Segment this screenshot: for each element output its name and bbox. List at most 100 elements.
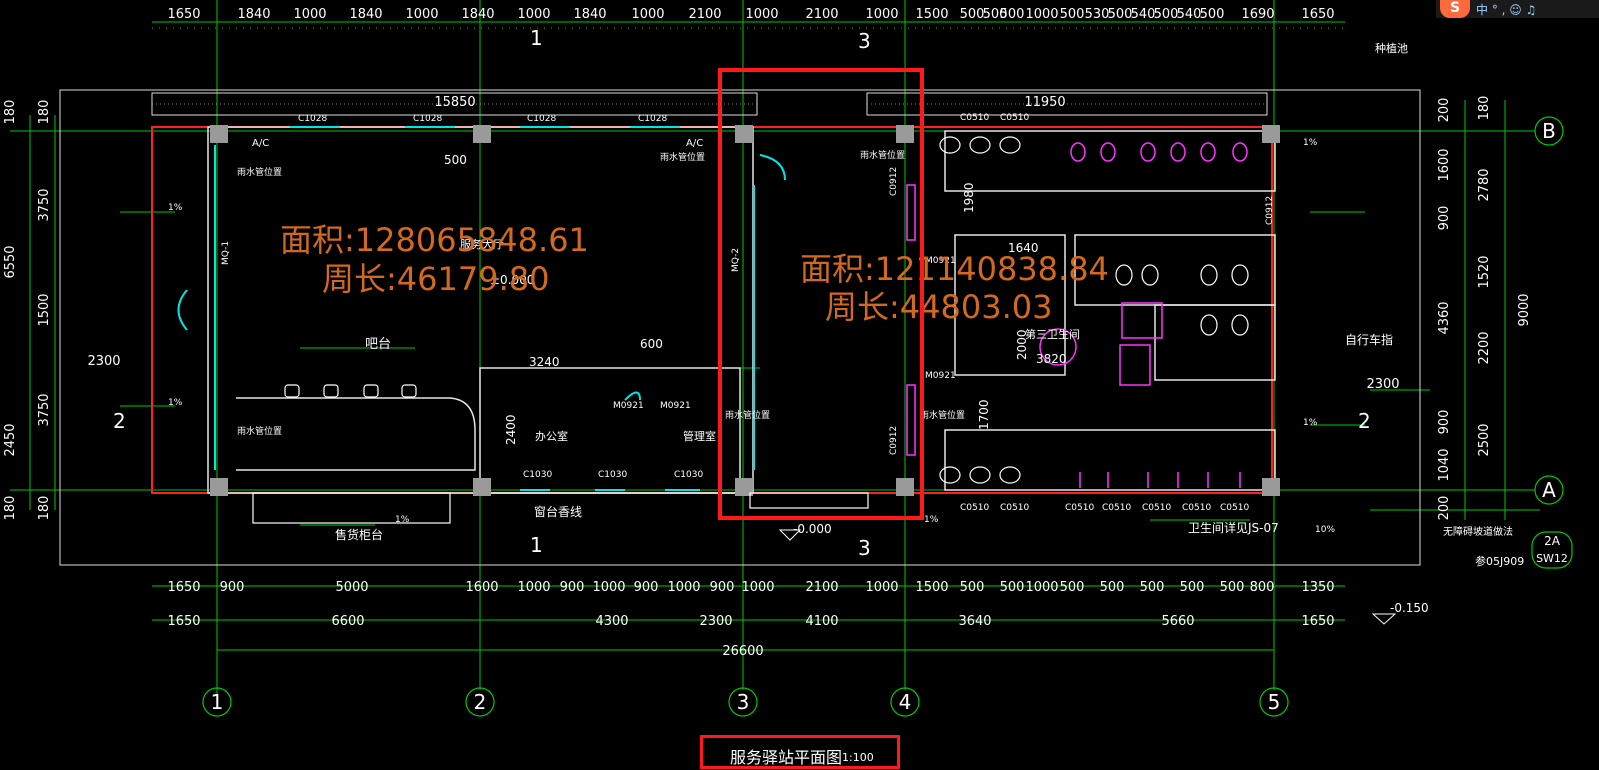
svg-text:1000: 1000 <box>517 7 550 22</box>
svg-text:900: 900 <box>710 580 735 595</box>
svg-text:1500: 1500 <box>915 7 948 22</box>
svg-text:6550: 6550 <box>3 245 18 278</box>
svg-text:C1028: C1028 <box>638 114 667 124</box>
svg-text:2500: 2500 <box>1477 423 1492 456</box>
svg-text:C1030: C1030 <box>523 470 552 480</box>
svg-text:窗台香线: 窗台香线 <box>534 504 582 519</box>
svg-text:无障碍坡道做法: 无障碍坡道做法 <box>1443 525 1513 538</box>
svg-text:500: 500 <box>1180 580 1205 595</box>
svg-text:1650: 1650 <box>1301 614 1334 629</box>
svg-text:雨水管位置: 雨水管位置 <box>920 409 965 421</box>
axis-bubble-4: 4 <box>899 690 912 714</box>
svg-text:M0921: M0921 <box>660 401 691 411</box>
plan-title: 服务驿站平面图 <box>730 748 843 767</box>
section-mark-2-left: 2 <box>113 409 126 433</box>
svg-text:15850: 15850 <box>434 95 475 110</box>
svg-text:C1030: C1030 <box>674 470 703 480</box>
svg-text:雨水管位置: 雨水管位置 <box>660 151 705 163</box>
svg-text:5660: 5660 <box>1161 614 1194 629</box>
svg-text:1600: 1600 <box>1437 148 1452 181</box>
svg-text:M0921: M0921 <box>925 371 956 381</box>
svg-text:C0510: C0510 <box>1000 113 1029 123</box>
plan-scale: 1:100 <box>842 751 874 764</box>
svg-text:1650: 1650 <box>167 580 200 595</box>
svg-text:A/C: A/C <box>252 138 269 149</box>
svg-text:1000: 1000 <box>865 580 898 595</box>
svg-text:1000: 1000 <box>631 7 664 22</box>
svg-text:500: 500 <box>444 153 467 167</box>
svg-text:1520: 1520 <box>1477 255 1492 288</box>
axis-bubble-2: 2 <box>474 690 487 714</box>
svg-text:10%: 10% <box>1315 525 1335 535</box>
svg-text:6600: 6600 <box>331 614 364 629</box>
svg-text:卫生间详见JS-07: 卫生间详见JS-07 <box>1188 520 1279 535</box>
ime-tray-text[interactable]: 中 ° , ☺ ♫ <box>1476 1 1536 18</box>
svg-text:第三卫生间: 第三卫生间 <box>1025 327 1080 341</box>
svg-text:500: 500 <box>960 580 985 595</box>
svg-text:管理室: 管理室 <box>683 429 716 443</box>
svg-text:200: 200 <box>1437 98 1452 123</box>
svg-text:2100: 2100 <box>805 7 838 22</box>
svg-text:1350: 1350 <box>1301 580 1334 595</box>
svg-text:2300: 2300 <box>1366 377 1399 392</box>
svg-text:180: 180 <box>37 496 52 521</box>
svg-text:1000: 1000 <box>741 580 774 595</box>
svg-text:900: 900 <box>634 580 659 595</box>
axis-bubble-A: A <box>1542 478 1556 502</box>
svg-text:1000: 1000 <box>592 580 625 595</box>
svg-text:2A: 2A <box>1544 534 1561 548</box>
svg-text:900: 900 <box>220 580 245 595</box>
svg-text:1650: 1650 <box>1301 7 1334 22</box>
svg-text:3820: 3820 <box>1036 352 1067 366</box>
svg-text:C0912: C0912 <box>1265 196 1275 225</box>
svg-text:900: 900 <box>1437 410 1452 435</box>
svg-text:MQ-1: MQ-1 <box>221 241 231 265</box>
svg-text:2450: 2450 <box>3 423 18 456</box>
svg-text:C1030: C1030 <box>598 470 627 480</box>
svg-text:500: 500 <box>1060 7 1085 22</box>
svg-text:500: 500 <box>1060 580 1085 595</box>
svg-text:参05J909: 参05J909 <box>1475 554 1524 568</box>
svg-text:C0510: C0510 <box>960 503 989 513</box>
svg-text:C1028: C1028 <box>527 114 556 124</box>
left-dimension-column: 180 180 3750 1500 3750 180 6550 2450 180… <box>3 100 121 521</box>
svg-text:600: 600 <box>640 337 663 351</box>
svg-text:180: 180 <box>1477 96 1492 121</box>
svg-text:540: 540 <box>1177 7 1202 22</box>
svg-text:1690: 1690 <box>1241 7 1274 22</box>
svg-text:C0510: C0510 <box>960 113 989 123</box>
svg-text:C0510: C0510 <box>1220 503 1249 513</box>
svg-text:1%: 1% <box>1303 418 1318 428</box>
svg-text:5000: 5000 <box>335 580 368 595</box>
svg-text:1%: 1% <box>168 398 183 408</box>
svg-text:1%: 1% <box>924 515 939 525</box>
svg-text:3240: 3240 <box>529 355 560 369</box>
svg-text:1%: 1% <box>1303 138 1318 148</box>
sogou-logo-icon[interactable]: S <box>1440 0 1470 18</box>
svg-text:500: 500 <box>1000 7 1025 22</box>
svg-text:180: 180 <box>37 100 52 125</box>
svg-text:C0510: C0510 <box>1065 503 1094 513</box>
svg-text:C0510: C0510 <box>1102 503 1131 513</box>
svg-text:2000: 2000 <box>1015 329 1029 360</box>
svg-text:C1028: C1028 <box>298 114 327 124</box>
section-mark-3-bottom: 3 <box>858 536 871 560</box>
svg-text:C1028: C1028 <box>413 114 442 124</box>
svg-text:1000: 1000 <box>405 7 438 22</box>
svg-text:M0921: M0921 <box>613 401 644 411</box>
svg-text:500: 500 <box>1140 580 1165 595</box>
svg-text:4100: 4100 <box>805 614 838 629</box>
svg-text:吧台: 吧台 <box>365 337 391 352</box>
svg-text:1000: 1000 <box>293 7 326 22</box>
svg-text:SW12: SW12 <box>1536 552 1568 565</box>
svg-text:3750: 3750 <box>37 393 52 426</box>
ime-toolbar[interactable]: S 中 ° , ☺ ♫ <box>1436 0 1599 18</box>
svg-text:2200: 2200 <box>1477 331 1492 364</box>
axis-bubble-B: B <box>1542 119 1556 143</box>
section-mark-1-top: 1 <box>530 26 543 50</box>
svg-text:3640: 3640 <box>958 614 991 629</box>
svg-text:1650: 1650 <box>167 614 200 629</box>
svg-text:自行车指: 自行车指 <box>1345 332 1393 347</box>
svg-text:2300: 2300 <box>87 354 120 369</box>
svg-text:雨水管位置: 雨水管位置 <box>237 425 282 437</box>
